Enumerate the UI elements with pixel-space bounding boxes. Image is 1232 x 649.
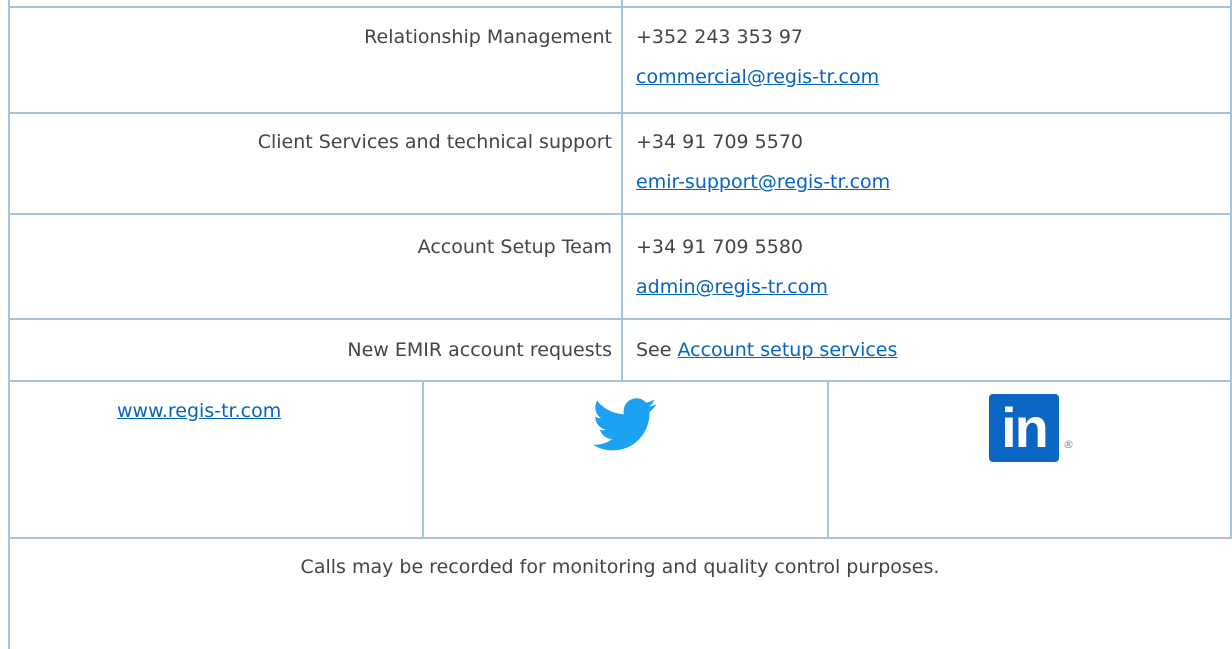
contact-table: Relationship Management +352 243 353 97 …	[0, 0, 1232, 649]
website-link[interactable]: www.regis-tr.com	[117, 400, 281, 422]
new-account-label: New EMIR account requests	[347, 339, 612, 361]
contact-email-link[interactable]: emir-support@regis-tr.com	[636, 171, 890, 193]
row-divider-3	[8, 318, 1232, 320]
table-border-left	[8, 0, 10, 649]
registered-mark: ®	[1063, 438, 1074, 451]
linkedin-logo-text: in	[1001, 396, 1049, 459]
row-divider-2	[8, 213, 1232, 215]
footer-divider-1	[422, 381, 424, 538]
column-divider	[621, 0, 623, 382]
contact-label: Account Setup Team	[417, 236, 612, 258]
recording-notice: Calls may be recorded for monitoring and…	[300, 556, 940, 578]
row-divider-5	[8, 537, 1232, 539]
contact-phone: +34 91 709 5570	[636, 131, 804, 153]
account-setup-services-link[interactable]: Account setup services	[678, 339, 898, 361]
row-divider-4	[8, 380, 1232, 382]
twitter-bird-icon[interactable]	[592, 398, 658, 452]
contact-phone: +34 91 709 5580	[636, 236, 804, 258]
contact-email-link[interactable]: admin@regis-tr.com	[636, 276, 828, 298]
row-divider-top	[8, 6, 1232, 8]
contact-label: Client Services and technical support	[257, 131, 612, 153]
linkedin-logo-icon[interactable]: in ®	[989, 394, 1079, 464]
contact-label: Relationship Management	[364, 26, 612, 48]
row-divider-1	[8, 112, 1232, 114]
linkedin-logo-square: in	[989, 394, 1059, 462]
footer-divider-2	[827, 381, 829, 538]
new-account-prefix: See	[636, 339, 672, 361]
contact-email-link[interactable]: commercial@regis-tr.com	[636, 66, 879, 88]
new-account-value: See Account setup services	[636, 339, 897, 361]
contact-phone: +352 243 353 97	[636, 26, 804, 48]
